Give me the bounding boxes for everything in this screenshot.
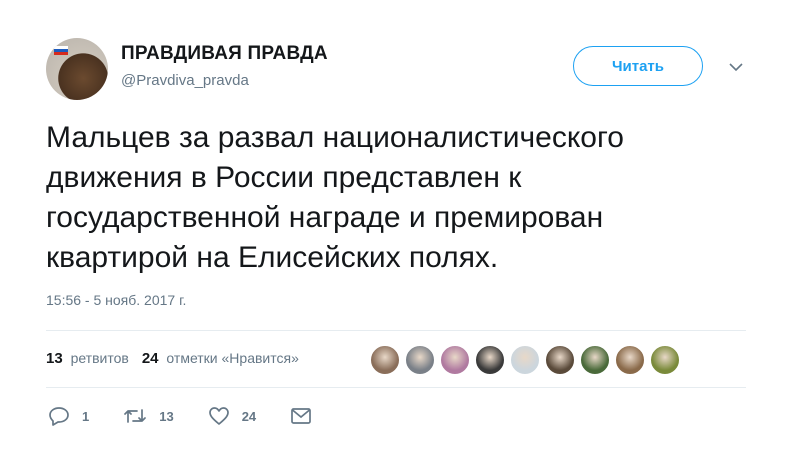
liker-avatar[interactable] [580,345,610,375]
like-button[interactable]: 24 [208,406,256,426]
liker-avatar[interactable] [370,345,400,375]
liker-avatar[interactable] [510,345,540,375]
liker-avatar[interactable] [440,345,470,375]
retweet-icon [124,409,147,423]
heart-icon [208,407,229,425]
reply-count: 1 [82,408,90,424]
likes-stat[interactable]: 24 отметки «Нравится» [142,350,299,367]
display-name[interactable]: ПРАВДИВАЯ ПРАВДА [121,43,328,65]
retweets-stat[interactable]: 13 ретвитов [46,350,129,367]
avatar[interactable] [46,38,108,100]
divider-top [46,330,746,331]
liker-avatar[interactable] [545,345,575,375]
tweet-stats: 13 ретвитов 24 отметки «Нравится» [46,350,312,367]
reply-icon [49,407,69,426]
likes-label: отметки «Нравится» [166,350,299,366]
liker-avatar[interactable] [475,345,505,375]
likers-avatars [370,345,685,375]
envelope-icon [291,408,312,424]
russian-flag-icon [54,46,68,55]
retweet-count: 13 [159,408,174,424]
liker-avatar[interactable] [650,345,680,375]
like-count: 24 [241,408,257,424]
liker-avatar[interactable] [405,345,435,375]
retweet-button[interactable]: 13 [123,407,174,425]
tweet-text: Мальцев за развал националистического дв… [46,121,624,274]
chevron-down-icon[interactable] [728,62,744,72]
direct-message-button[interactable] [290,407,324,425]
tweet-card: ПРАВДИВАЯ ПРАВДА @Pravdiva_pravda Читать… [0,0,794,463]
likes-count: 24 [141,350,159,367]
divider-bottom [46,387,746,388]
user-handle[interactable]: @Pravdiva_pravda [121,72,249,89]
follow-button[interactable]: Читать [573,46,703,86]
tweet-actions: 1 13 24 [48,406,358,426]
tweet-timestamp[interactable]: 15:56 - 5 нояб. 2017 г. [46,292,186,308]
liker-avatar[interactable] [615,345,645,375]
reply-button[interactable]: 1 [48,406,89,426]
retweets-count: 13 [46,350,63,367]
retweets-label: ретвитов [70,350,129,366]
